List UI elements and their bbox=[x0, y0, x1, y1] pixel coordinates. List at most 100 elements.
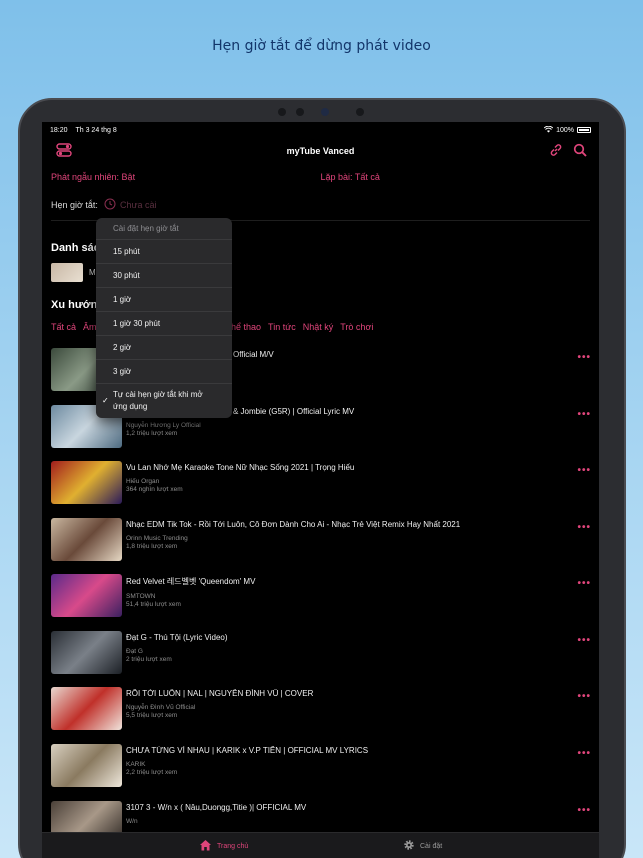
tab-settings-label: Cài đặt bbox=[420, 842, 443, 850]
front-camera bbox=[321, 108, 329, 116]
menu-item-label: 15 phút bbox=[113, 247, 140, 256]
tab-settings[interactable]: Cài đặt bbox=[403, 839, 442, 853]
app-title: myTube Vanced bbox=[286, 146, 355, 156]
menu-item-15min[interactable]: 15 phút bbox=[96, 240, 232, 264]
camera-dot bbox=[296, 108, 304, 116]
menu-header: Cài đặt hẹn giờ tắt bbox=[96, 218, 232, 240]
video-channel: KARIK bbox=[126, 761, 146, 768]
video-views: 2 triệu lượt xem bbox=[126, 656, 172, 663]
menu-item-label: 1 giờ bbox=[113, 295, 132, 304]
more-options-icon[interactable]: ••• bbox=[577, 578, 591, 589]
menu-item-label: ứng dụng bbox=[113, 402, 148, 411]
link-icon[interactable] bbox=[549, 143, 563, 162]
video-channel: Đạt G bbox=[126, 648, 143, 655]
playlist-name: M bbox=[89, 268, 96, 277]
sleep-timer-menu: Cài đặt hẹn giờ tắt 15 phút 30 phút 1 gi… bbox=[96, 218, 232, 418]
video-channel: Orinn Music Trending bbox=[126, 535, 188, 542]
video-thumbnail bbox=[51, 744, 122, 787]
sleep-timer-row: Hẹn giờ tắt: Chưa cài bbox=[51, 198, 156, 212]
battery-icon bbox=[577, 127, 591, 133]
menu-item-2h[interactable]: 2 giờ bbox=[96, 336, 232, 360]
video-thumbnail bbox=[51, 461, 122, 504]
shuffle-toggle[interactable]: Phát ngẫu nhiên: Bật bbox=[51, 172, 321, 182]
video-title: RỒI TỚI LUÔN | NAL | NGUYỄN ĐÌNH VŨ | CO… bbox=[126, 689, 314, 698]
tab-home-label: Trang chủ bbox=[217, 842, 249, 850]
camera-dot bbox=[356, 108, 364, 116]
menu-item-label: 30 phút bbox=[113, 271, 140, 280]
video-channel: W/n bbox=[126, 818, 138, 825]
menu-item-label: 3 giờ bbox=[113, 367, 132, 376]
clock-icon bbox=[104, 198, 116, 212]
wifi-icon bbox=[543, 125, 554, 135]
video-views: 1,2 triệu lượt xem bbox=[126, 430, 178, 437]
playlist-thumbnail bbox=[51, 263, 83, 282]
more-options-icon[interactable]: ••• bbox=[577, 409, 591, 420]
video-title: Nhạc EDM Tik Tok - Rồi Tới Luôn, Cô Đơn … bbox=[126, 520, 461, 529]
category-tab[interactable]: Tin tức bbox=[268, 322, 296, 332]
home-icon bbox=[199, 839, 212, 853]
video-channel: Nguyễn Hương Ly Official bbox=[126, 422, 201, 429]
video-channel: Nguyễn Đình Vũ Official bbox=[126, 704, 196, 711]
video-thumbnail bbox=[51, 687, 122, 730]
video-thumbnail bbox=[51, 574, 122, 617]
more-options-icon[interactable]: ••• bbox=[577, 352, 591, 363]
video-views: 5,5 triệu lượt xem bbox=[126, 712, 178, 719]
more-options-icon[interactable]: ••• bbox=[577, 748, 591, 759]
category-tab[interactable]: Âm bbox=[83, 322, 97, 332]
gear-icon bbox=[403, 839, 415, 853]
sleep-timer-value: Chưa cài bbox=[119, 200, 157, 210]
checkmark-icon: ✓ bbox=[102, 396, 109, 405]
promo-headline: Hẹn giờ tắt để dừng phát video bbox=[212, 38, 431, 54]
video-item[interactable]: Nhạc EDM Tik Tok - Rồi Tới Luôn, Cô Đơn … bbox=[51, 518, 591, 564]
camera-dot bbox=[278, 108, 286, 116]
video-item[interactable]: RỒI TỚI LUÔN | NAL | NGUYỄN ĐÌNH VŨ | CO… bbox=[51, 687, 591, 733]
toggle-menu-icon[interactable] bbox=[56, 143, 72, 162]
menu-item-custom-on-open[interactable]: ✓ Tự cài hẹn giờ tắt khi mở ứng dụng bbox=[96, 384, 232, 418]
menu-item-label: Tự cài hẹn giờ tắt khi mở bbox=[113, 390, 203, 399]
video-title: 3107 3 - W/n x ( Nâu,Duongg,Titie )| OFF… bbox=[126, 803, 307, 812]
video-title: Red Velvet 레드벨벳 'Queendom' MV bbox=[126, 577, 256, 586]
video-item[interactable]: Vu Lan Nhớ Mẹ Karaoke Tone Nữ Nhạc Sống … bbox=[51, 461, 591, 507]
status-time: 18:20 bbox=[50, 126, 68, 134]
more-options-icon[interactable]: ••• bbox=[577, 465, 591, 476]
menu-item-1h30[interactable]: 1 giờ 30 phút bbox=[96, 312, 232, 336]
more-options-icon[interactable]: ••• bbox=[577, 691, 591, 702]
video-thumbnail bbox=[51, 631, 122, 674]
app-screen: 18:20 Th 3 24 thg 8 100% myTube Vanced P… bbox=[42, 122, 599, 858]
search-icon[interactable] bbox=[573, 143, 587, 162]
nav-bar: myTube Vanced bbox=[42, 138, 599, 164]
video-item[interactable]: CHƯA TỪNG VÌ NHAU | KARIK x V.P TIẾN | O… bbox=[51, 744, 591, 790]
category-tab[interactable]: Tất cả bbox=[51, 322, 76, 332]
menu-item-1h[interactable]: 1 giờ bbox=[96, 288, 232, 312]
video-item[interactable]: Đạt G - Thú Tội (Lyric Video) Đạt G 2 tr… bbox=[51, 631, 591, 677]
sleep-timer-button[interactable]: Chưa cài bbox=[104, 198, 157, 212]
video-views: 51,4 triệu lượt xem bbox=[126, 601, 181, 608]
video-title: Official M/V bbox=[233, 350, 274, 359]
status-bar: 18:20 Th 3 24 thg 8 100% bbox=[42, 122, 599, 138]
video-views: 1,8 triệu lượt xem bbox=[126, 543, 178, 550]
video-title: Vu Lan Nhớ Mẹ Karaoke Tone Nữ Nhạc Sống … bbox=[126, 463, 355, 472]
video-item[interactable]: Red Velvet 레드벨벳 'Queendom' MV SMTOWN 51,… bbox=[51, 574, 591, 620]
more-options-icon[interactable]: ••• bbox=[577, 522, 591, 533]
menu-item-label: 1 giờ 30 phút bbox=[113, 319, 161, 328]
category-tab[interactable]: Trò chơi bbox=[340, 322, 373, 332]
tab-bar: Trang chủ Cài đặt bbox=[42, 832, 599, 858]
tab-home[interactable]: Trang chủ bbox=[199, 839, 248, 853]
video-views: 2,2 triệu lượt xem bbox=[126, 769, 178, 776]
more-options-icon[interactable]: ••• bbox=[577, 805, 591, 816]
more-options-icon[interactable]: ••• bbox=[577, 635, 591, 646]
category-tab[interactable]: Nhật ký bbox=[303, 322, 334, 332]
video-title: Đạt G - Thú Tội (Lyric Video) bbox=[126, 633, 228, 642]
sleep-timer-label: Hẹn giờ tắt: bbox=[51, 200, 98, 210]
video-views: 364 nghìn lượt xem bbox=[126, 486, 183, 493]
menu-item-30min[interactable]: 30 phút bbox=[96, 264, 232, 288]
video-title: CHƯA TỪNG VÌ NHAU | KARIK x V.P TIẾN | O… bbox=[126, 746, 369, 755]
repeat-toggle[interactable]: Lặp bài: Tất cả bbox=[321, 172, 591, 182]
status-date: Th 3 24 thg 8 bbox=[75, 126, 117, 134]
menu-item-3h[interactable]: 3 giờ bbox=[96, 360, 232, 384]
battery-percent: 100% bbox=[556, 126, 574, 134]
menu-item-label: 2 giờ bbox=[113, 343, 132, 352]
playlist-item[interactable]: M bbox=[51, 263, 96, 282]
video-thumbnail bbox=[51, 518, 122, 561]
video-channel: Hiếu Organ bbox=[126, 478, 160, 485]
